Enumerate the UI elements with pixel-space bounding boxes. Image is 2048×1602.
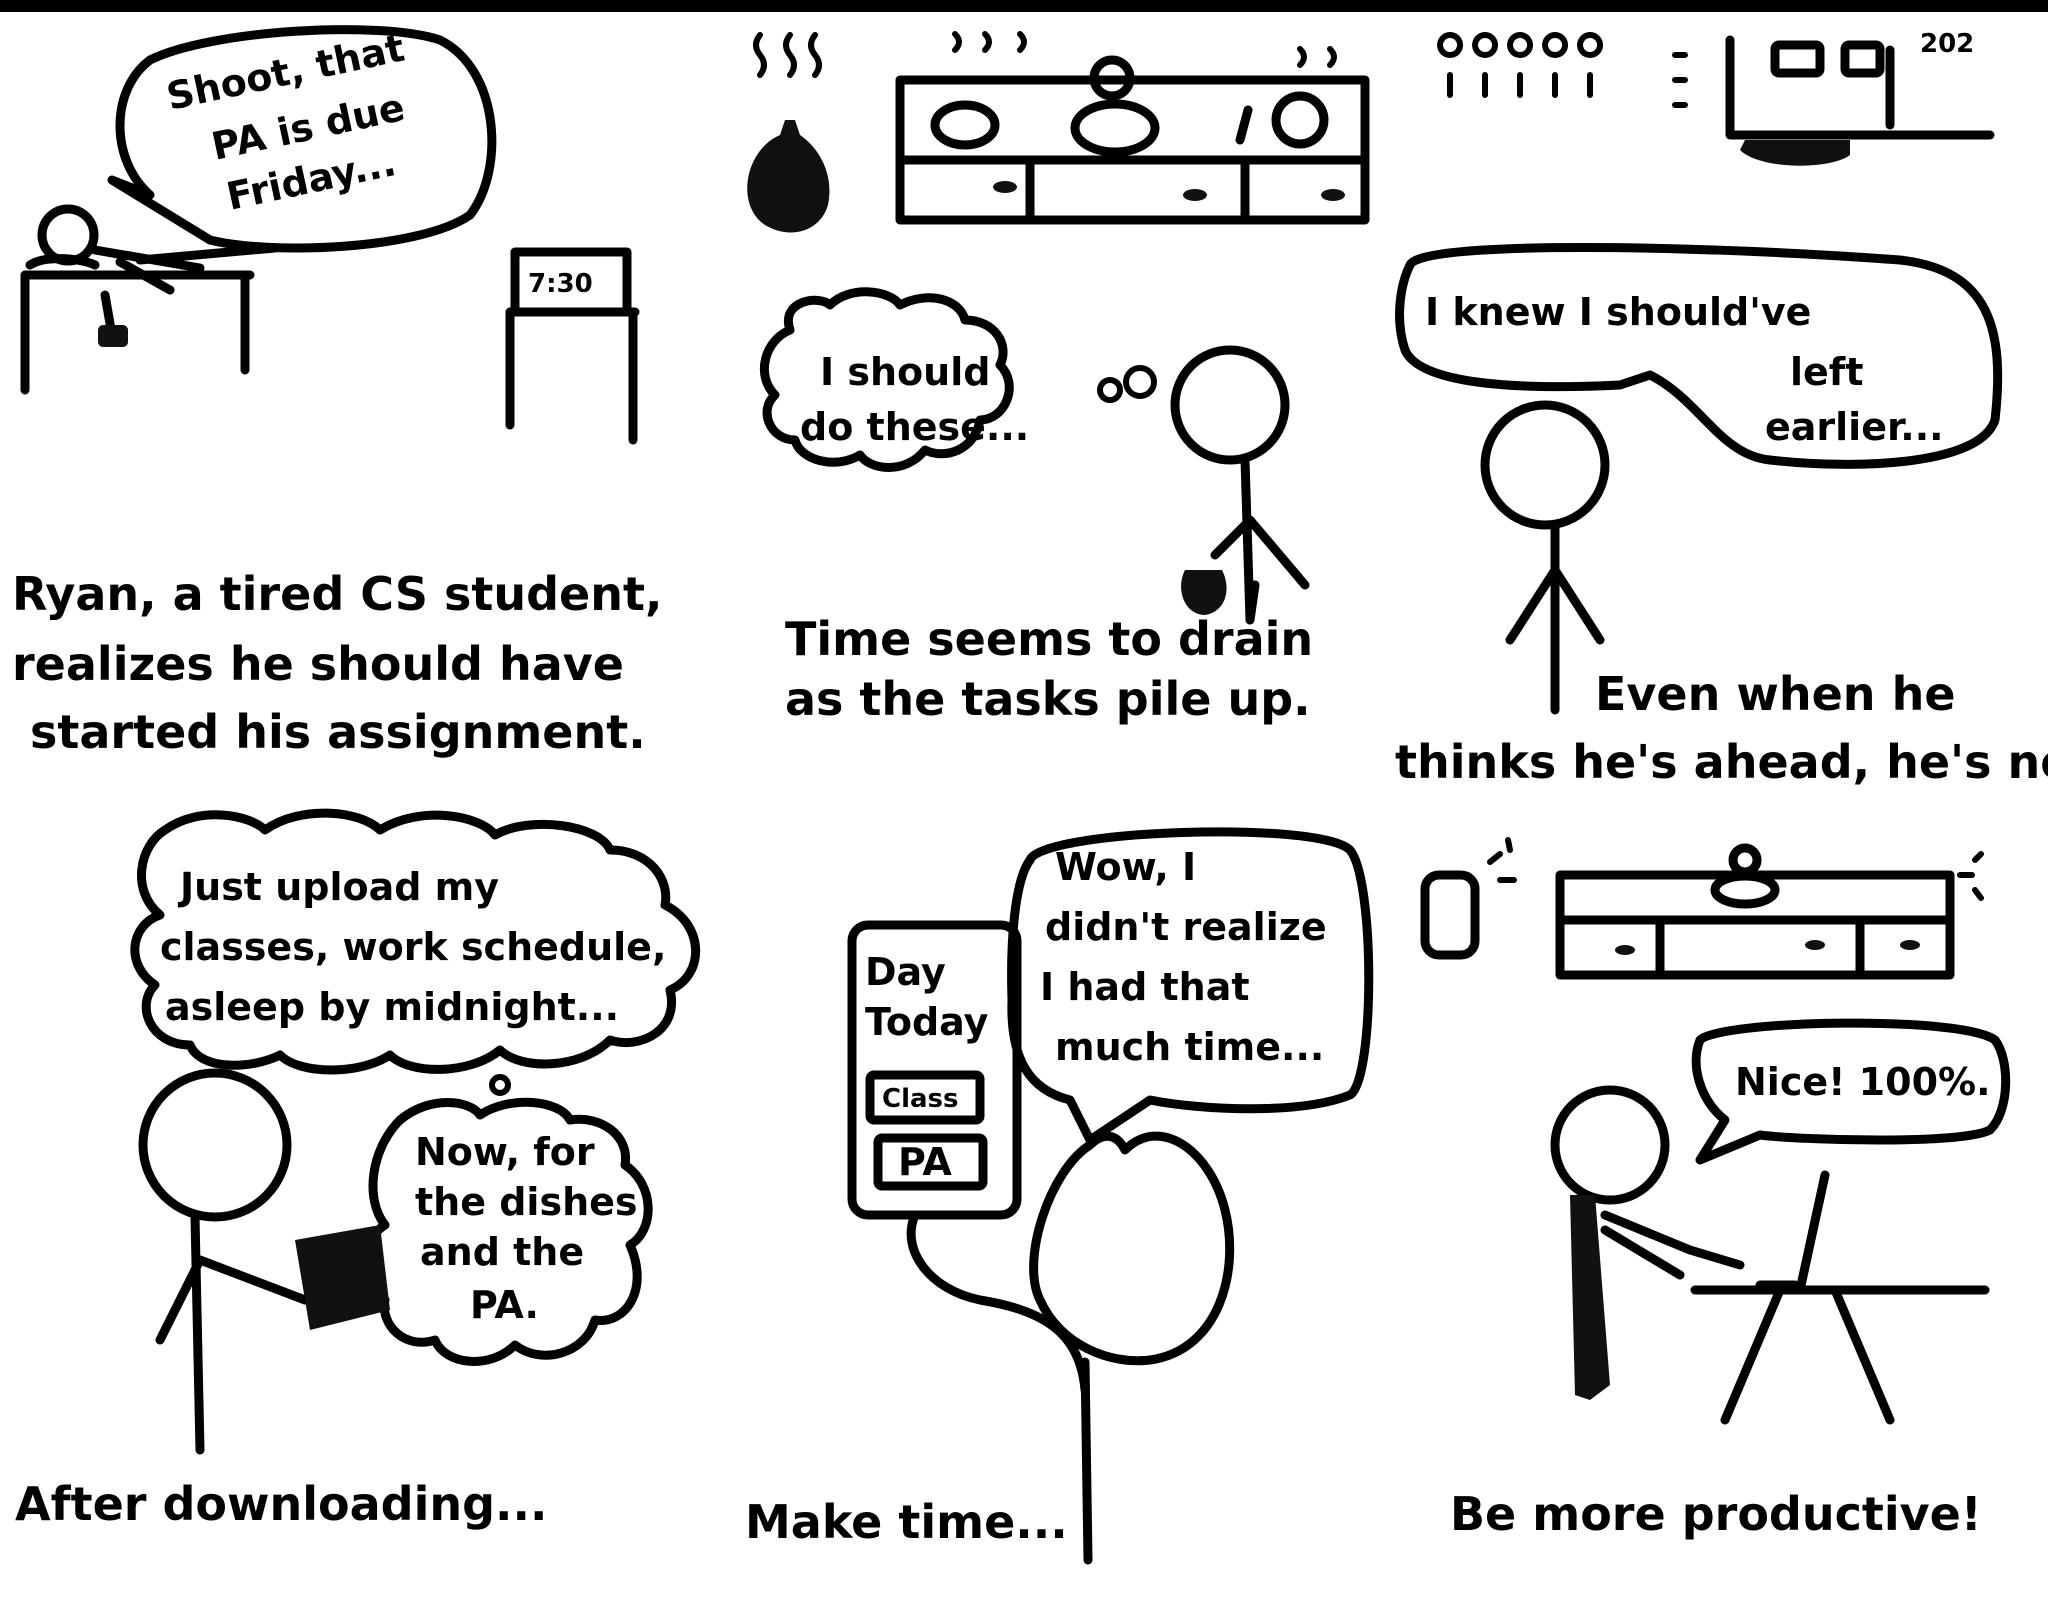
kitchen-counter: [1555, 843, 1984, 980]
thought-line: and the: [420, 1230, 584, 1274]
speech-line: didn't realize: [1045, 905, 1327, 949]
phone-line: Today: [865, 1000, 989, 1044]
speech-line: Wow, I: [1055, 845, 1196, 889]
phone-item: Class: [882, 1084, 959, 1114]
panel-1: Shoot, that PA is due Friday... 7:30 Rya…: [12, 25, 662, 759]
crowd: [1437, 32, 1688, 108]
kitchen-counter: [895, 31, 1370, 225]
thought-line: the dishes: [415, 1180, 638, 1224]
caption-line: Even when he: [1595, 667, 1956, 721]
caption-line: as the tasks pile up.: [785, 672, 1311, 726]
thought-line: I should: [820, 350, 990, 394]
counter-text: 202: [1920, 29, 1974, 59]
speech-line: I had that: [1040, 965, 1250, 1009]
panel-2: I should do these... Time seems to drain…: [747, 31, 1370, 726]
figure-with-phone: [138, 1068, 390, 1455]
caption-line: started his assignment.: [30, 705, 646, 759]
speech-line: I knew I should've: [1425, 290, 1811, 334]
caption-line: Be more productive!: [1450, 1487, 1982, 1541]
speech-line: left: [1790, 350, 1864, 394]
desk-figure: [20, 204, 280, 395]
speech-line: earlier...: [1765, 405, 1944, 449]
cup: [1420, 837, 1517, 960]
thought-line: asleep by midnight...: [165, 985, 619, 1029]
standing-figure: [1480, 400, 1610, 715]
thought-line: Now, for: [415, 1130, 595, 1174]
phone-item: PA: [898, 1140, 952, 1184]
caption-line: Make time...: [745, 1495, 1068, 1549]
standing-figure: [1170, 345, 1310, 625]
panel-5: Day Today Class PA Wow, I didn't realize…: [745, 827, 1374, 1565]
thought-line: do these...: [800, 405, 1029, 449]
panel-3: 202 I knew I should've left earlier... E…: [1395, 29, 2048, 789]
thought-line: Just upload my: [177, 865, 499, 909]
clock-display: 7:30: [528, 269, 593, 299]
speech-line: much time...: [1055, 1025, 1324, 1069]
phone-line: Day: [865, 950, 946, 994]
thought-line: classes, work schedule,: [160, 925, 666, 969]
caption-line: thinks he's ahead, he's not.: [1395, 735, 2048, 789]
trash-bag: [747, 32, 830, 233]
thought-line: PA.: [470, 1283, 539, 1327]
comic-strip: Shoot, that PA is due Friday... 7:30 Rya…: [0, 0, 2048, 1565]
speech-line: Nice! 100%.: [1735, 1060, 1991, 1104]
caption-line: Time seems to drain: [785, 612, 1313, 666]
panel-4: Just upload my classes, work schedule, a…: [15, 808, 701, 1531]
caption-line: realizes he should have: [12, 637, 624, 691]
caption-line: Ryan, a tired CS student,: [12, 567, 662, 621]
caption-line: After downloading...: [15, 1477, 547, 1531]
top-border: [0, 0, 2048, 12]
panel-6: Nice! 100%. Be more productive!: [1420, 837, 2011, 1541]
